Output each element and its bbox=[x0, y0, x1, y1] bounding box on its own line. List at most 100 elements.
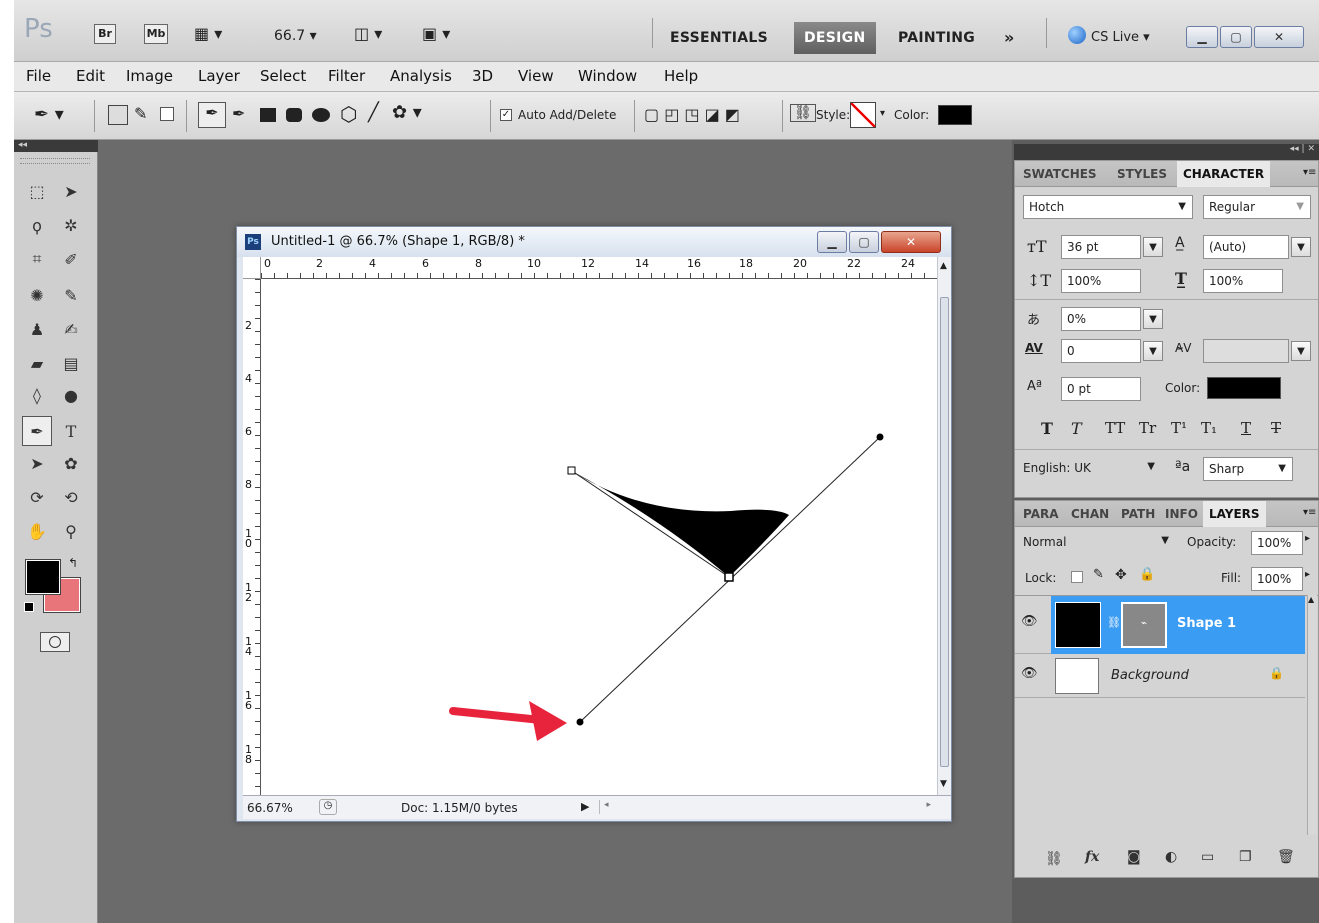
dodge-tool-icon[interactable]: ● bbox=[56, 380, 86, 410]
3d-rotate-tool-icon[interactable]: ⟳ bbox=[22, 482, 52, 512]
pen-tool-preset-icon[interactable]: ✒ ▾ bbox=[34, 104, 64, 125]
shape-layers-mode-icon[interactable] bbox=[108, 105, 128, 125]
bridge-button[interactable]: Br bbox=[94, 24, 116, 44]
panel-collapse-bar[interactable]: ◂◂ bbox=[14, 140, 98, 152]
visibility-eye-icon[interactable]: 👁 bbox=[1021, 666, 1038, 681]
more-workspaces-button[interactable]: » bbox=[1004, 28, 1015, 47]
panel-menu-icon[interactable]: ▾≡ bbox=[1303, 167, 1316, 178]
workspace-essentials[interactable]: ESSENTIALS bbox=[670, 30, 768, 46]
custom-shape-icon[interactable]: ✿ ▾ bbox=[392, 102, 422, 123]
scroll-thumb[interactable] bbox=[940, 297, 949, 767]
lock-transparency-icon[interactable] bbox=[1071, 571, 1083, 583]
layer-row-background[interactable]: 👁 Background 🔒 bbox=[1015, 654, 1305, 698]
font-size-field[interactable]: 36 pt bbox=[1061, 235, 1141, 259]
link-layers-icon[interactable]: ⛓ bbox=[1045, 851, 1063, 867]
faux-italic-button[interactable]: T bbox=[1071, 419, 1082, 438]
leading-dropdown-arrow[interactable]: ▼ bbox=[1291, 237, 1311, 257]
baseline-shift-field[interactable]: 0 pt bbox=[1061, 377, 1141, 401]
tab-paths[interactable]: PATH bbox=[1115, 501, 1161, 527]
tab-character[interactable]: CHARACTER bbox=[1177, 161, 1271, 187]
tracking-field[interactable] bbox=[1203, 339, 1289, 363]
gradient-tool-icon[interactable]: ▤ bbox=[56, 348, 86, 378]
antialias-dropdown[interactable]: Sharp ▼ bbox=[1203, 457, 1293, 481]
line-shape-icon[interactable]: ╱ bbox=[368, 102, 379, 123]
language-dropdown[interactable]: English: UK ▼ bbox=[1023, 461, 1163, 475]
menu-3d[interactable]: 3D bbox=[472, 67, 493, 85]
doc-minimize-button[interactable]: ▁ bbox=[817, 231, 847, 253]
tab-swatches[interactable]: SWATCHES bbox=[1017, 161, 1103, 187]
quick-mask-button[interactable] bbox=[40, 632, 70, 652]
status-menu-icon[interactable]: ◷ bbox=[319, 799, 337, 815]
scroll-up-arrow[interactable]: ▲ bbox=[940, 261, 947, 271]
layer-name-background[interactable]: Background bbox=[1111, 668, 1189, 683]
layers-scrollbar[interactable]: ▲ bbox=[1307, 595, 1317, 835]
opacity-field[interactable]: 100% bbox=[1251, 531, 1303, 555]
menu-view[interactable]: View bbox=[518, 67, 554, 85]
lasso-tool-icon[interactable]: ϙ bbox=[22, 210, 52, 240]
freeform-pen-icon[interactable]: ✒ bbox=[232, 104, 245, 123]
tsume-dropdown-arrow[interactable]: ▼ bbox=[1143, 309, 1163, 329]
crop-tool-icon[interactable]: ⌗ bbox=[22, 244, 52, 274]
zoom-tool-icon[interactable]: ⚲ bbox=[56, 516, 86, 546]
menu-analysis[interactable]: Analysis bbox=[390, 67, 452, 85]
move-tool-icon[interactable]: ➤ bbox=[56, 176, 86, 206]
pen-icon[interactable]: ✒ bbox=[198, 102, 226, 128]
horizontal-scale-field[interactable]: 100% bbox=[1203, 269, 1283, 293]
tracking-dropdown-arrow[interactable]: ▼ bbox=[1291, 341, 1311, 361]
arrange-documents-button[interactable]: ◫ ▾ bbox=[354, 24, 382, 43]
scroll-down-arrow[interactable]: ▼ bbox=[940, 779, 947, 789]
lock-image-icon[interactable]: ✎ bbox=[1093, 567, 1104, 582]
status-expand-arrow[interactable]: ▶ bbox=[581, 800, 589, 813]
add-mask-icon[interactable]: ◙ bbox=[1127, 849, 1141, 865]
blur-tool-icon[interactable]: ◊ bbox=[22, 380, 52, 410]
style-dropdown-arrow[interactable]: ▾ bbox=[880, 108, 885, 119]
tab-styles[interactable]: STYLES bbox=[1111, 161, 1173, 187]
minimize-button[interactable]: ▁ bbox=[1186, 26, 1218, 48]
link-style-icon[interactable]: ⛓ bbox=[790, 104, 816, 122]
doc-close-button[interactable]: ✕ bbox=[881, 231, 941, 253]
leading-field[interactable]: (Auto) bbox=[1203, 235, 1289, 259]
3d-orbit-tool-icon[interactable]: ⟲ bbox=[56, 482, 86, 512]
faux-bold-button[interactable]: T bbox=[1041, 419, 1053, 438]
ellipse-shape-icon[interactable] bbox=[312, 108, 330, 122]
visibility-eye-icon[interactable]: 👁 bbox=[1021, 614, 1038, 629]
type-tool-icon[interactable]: T bbox=[56, 416, 86, 446]
subscript-button[interactable]: T₁ bbox=[1201, 419, 1217, 437]
doc-maximize-button[interactable]: ▢ bbox=[849, 231, 879, 253]
rounded-rectangle-shape-icon[interactable] bbox=[286, 108, 302, 122]
rectangle-shape-icon[interactable] bbox=[260, 108, 276, 122]
eyedropper-tool-icon[interactable]: ✐ bbox=[56, 244, 86, 274]
layer-row-shape-1[interactable]: 👁 ⛓ ⌁ Shape 1 bbox=[1015, 596, 1305, 654]
menu-select[interactable]: Select bbox=[260, 67, 306, 85]
eraser-tool-icon[interactable]: ▰ bbox=[22, 348, 52, 378]
style-swatch[interactable] bbox=[850, 102, 876, 128]
tab-paragraph[interactable]: PARA bbox=[1017, 501, 1065, 527]
view-extras-button[interactable]: ▦ ▾ bbox=[194, 24, 234, 44]
layer-style-fx-icon[interactable]: fx bbox=[1085, 849, 1099, 865]
lock-position-icon[interactable]: ✥ bbox=[1115, 567, 1127, 583]
all-caps-button[interactable]: TT bbox=[1105, 419, 1125, 437]
document-canvas[interactable] bbox=[261, 279, 937, 795]
path-selection-tool-icon[interactable]: ➤ bbox=[22, 448, 52, 478]
dock-collapse-bar[interactable]: ◂◂ | ✕ bbox=[1014, 144, 1319, 160]
zoom-status[interactable]: 66.67% bbox=[247, 801, 293, 815]
foreground-color-swatch[interactable] bbox=[25, 559, 61, 595]
custom-shape-tool-icon[interactable]: ✿ bbox=[56, 448, 86, 478]
brush-tool-icon[interactable]: ✎ bbox=[56, 280, 86, 310]
fill-slider-arrow[interactable]: ▸ bbox=[1305, 569, 1310, 580]
kerning-dropdown-arrow[interactable]: ▼ bbox=[1143, 341, 1163, 361]
fill-pixels-mode-icon[interactable] bbox=[160, 107, 174, 121]
document-titlebar[interactable]: Ps Untitled-1 @ 66.7% (Shape 1, RGB/8) *… bbox=[237, 227, 951, 257]
tab-info[interactable]: INFO bbox=[1159, 501, 1204, 527]
font-family-dropdown[interactable]: Hotch ▼ bbox=[1023, 195, 1193, 219]
hand-tool-icon[interactable]: ✋ bbox=[22, 516, 52, 546]
default-colors-icon[interactable] bbox=[24, 602, 34, 612]
menu-window[interactable]: Window bbox=[578, 67, 637, 85]
opacity-slider-arrow[interactable]: ▸ bbox=[1305, 533, 1310, 544]
tsume-field[interactable]: 0% bbox=[1061, 307, 1141, 331]
workspace-painting[interactable]: PAINTING bbox=[898, 30, 975, 46]
workspace-design[interactable]: DESIGN bbox=[794, 22, 876, 54]
new-layer-icon[interactable]: ❐ bbox=[1239, 849, 1252, 865]
delete-layer-icon[interactable]: 🗑 bbox=[1277, 849, 1295, 865]
vertical-scale-field[interactable]: 100% bbox=[1061, 269, 1141, 293]
